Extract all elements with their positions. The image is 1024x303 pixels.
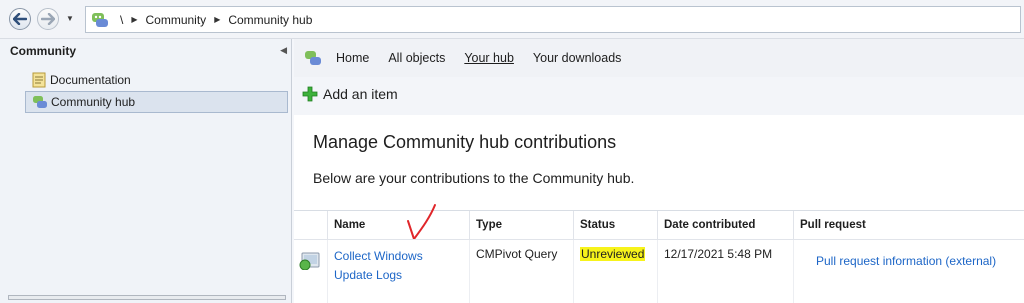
back-button[interactable] (9, 8, 31, 30)
history-dropdown-button[interactable]: ▼ (66, 14, 74, 23)
plus-icon (302, 86, 318, 102)
column-header-status[interactable]: Status (574, 211, 658, 239)
cell-date: 12/17/2021 5:48 PM (658, 240, 794, 303)
chevron-right-icon[interactable]: ▶ (214, 15, 220, 24)
contributions-panel: Manage Community hub contributions Below… (294, 115, 1024, 303)
hubnav-your-hub[interactable]: Your hub (464, 51, 514, 65)
hubnav-home[interactable]: Home (336, 51, 369, 65)
arrow-right-icon (41, 13, 55, 25)
cell-name: Collect Windows Update Logs (328, 240, 470, 303)
pull-request-link[interactable]: Pull request information (external) (816, 254, 996, 268)
column-header-date[interactable]: Date contributed (658, 211, 794, 239)
tree-item-community-hub[interactable]: Community hub (25, 91, 288, 113)
row-icon-cell (294, 240, 328, 303)
column-header-name[interactable]: Name (328, 211, 470, 239)
tree-item-label: Documentation (50, 73, 131, 87)
breadcrumb-community-hub[interactable]: Community hub (228, 13, 312, 27)
cell-type: CMPivot Query (470, 240, 574, 303)
forward-button[interactable] (37, 8, 59, 30)
item-name-link-line1[interactable]: Collect Windows (334, 247, 463, 266)
page-title: Manage Community hub contributions (313, 132, 617, 152)
cell-pull-request: Pull request information (external) (794, 240, 1024, 303)
column-header-type[interactable]: Type (470, 211, 574, 239)
tree-item-label: Community hub (51, 95, 136, 109)
collapse-pane-button[interactable]: ◀ (280, 45, 287, 56)
item-name-link-line2[interactable]: Update Logs (334, 266, 463, 285)
community-hub-icon (305, 51, 321, 65)
column-header-pull-request[interactable]: Pull request (794, 211, 1024, 239)
hubnav-your-downloads[interactable]: Your downloads (533, 51, 622, 65)
breadcrumb-root[interactable]: \ (120, 13, 123, 27)
community-hub-icon (92, 12, 108, 27)
document-icon (32, 72, 46, 88)
page-subtitle: Below are your contributions to the Comm… (313, 170, 635, 186)
cell-status: Unreviewed (574, 240, 658, 303)
hubnav-all-objects[interactable]: All objects (388, 51, 445, 65)
cmpivot-query-icon (299, 252, 320, 270)
breadcrumb-community[interactable]: Community (146, 13, 207, 27)
add-item-label: Add an item (323, 86, 398, 102)
table-row[interactable]: Collect Windows Update Logs CMPivot Quer… (294, 239, 1024, 303)
arrow-left-icon (13, 13, 27, 25)
address-path[interactable]: \ ▶ Community ▶ Community hub (85, 6, 1021, 33)
add-item-button[interactable]: Add an item (302, 86, 398, 102)
hub-navigation: Home All objects Your hub Your downloads (294, 39, 1024, 77)
app-window: ▼ \ ▶ Community ▶ Community hub Communit… (0, 0, 1024, 303)
main-area: Home All objects Your hub Your downloads… (294, 39, 1024, 303)
navigation-pane: Community ◀ Documentation Community hub (0, 39, 292, 303)
chevron-right-icon[interactable]: ▶ (131, 15, 137, 24)
status-badge: Unreviewed (580, 247, 646, 261)
contributions-table: Name Type Status Date contributed Pull r… (294, 204, 1024, 303)
community-hub-icon (33, 96, 47, 108)
navpane-title: Community (10, 44, 76, 58)
tree-item-documentation[interactable]: Documentation (25, 69, 288, 91)
horizontal-scrollbar[interactable] (8, 295, 286, 300)
column-header-icon (294, 211, 328, 239)
address-bar: ▼ \ ▶ Community ▶ Community hub (0, 0, 1024, 39)
